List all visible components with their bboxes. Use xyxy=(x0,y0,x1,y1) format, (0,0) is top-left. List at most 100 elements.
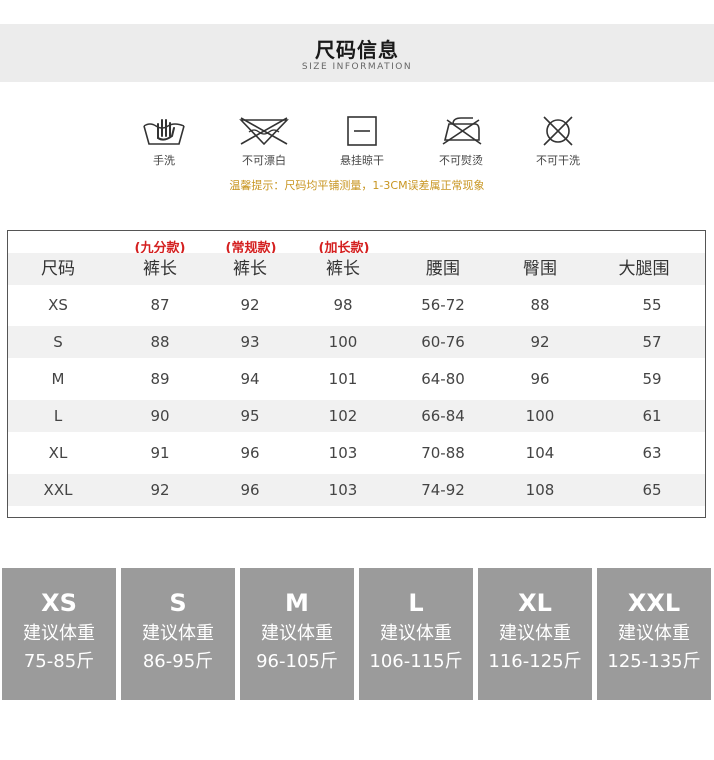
card-size: S xyxy=(169,589,187,617)
card-label: 建议体重 xyxy=(23,623,95,644)
table-cell: 96 xyxy=(530,370,550,388)
table-cell: 74-92 xyxy=(421,481,465,499)
table-cell: 92 xyxy=(240,296,260,314)
table-cell: 88 xyxy=(530,296,550,314)
weight-card-xl: XL 建议体重 116-125斤 xyxy=(478,568,592,700)
header-cell: 臀围 xyxy=(523,259,557,279)
table-cell: 98 xyxy=(333,296,353,314)
page-subtitle: SIZE INFORMATION xyxy=(301,62,413,72)
table-cell: 66-84 xyxy=(421,407,465,425)
table-cell: 100 xyxy=(328,333,358,351)
header-cell: 大腿围 xyxy=(618,259,670,279)
card-label: 建议体重 xyxy=(261,623,333,644)
card-label: 建议体重 xyxy=(499,623,571,644)
no-iron-icon xyxy=(442,117,482,145)
table-cell: 92 xyxy=(150,481,170,499)
care-hang-dry: 悬挂晾干 xyxy=(317,114,407,168)
table-cell: 57 xyxy=(642,333,662,351)
card-label: 建议体重 xyxy=(618,623,690,644)
card-label: 建议体重 xyxy=(142,623,214,644)
table-cell: 65 xyxy=(642,481,662,499)
header-cell: 尺码 xyxy=(41,259,75,279)
weight-card-l: L 建议体重 106-115斤 xyxy=(359,568,473,700)
table-cell: 102 xyxy=(328,407,358,425)
no-bleach-icon xyxy=(239,117,289,146)
table-cell: 63 xyxy=(642,444,662,462)
card-size: L xyxy=(408,589,424,617)
hang-dry-icon xyxy=(347,116,377,146)
table-cell: M xyxy=(51,370,65,388)
no-dry-clean-icon xyxy=(543,116,573,146)
care-no-bleach: 不可漂白 xyxy=(219,114,309,168)
table-cell: 64-80 xyxy=(421,370,465,388)
card-label: 建议体重 xyxy=(380,623,452,644)
card-weight: 125-135斤 xyxy=(607,651,701,672)
care-label: 不可干洗 xyxy=(536,154,580,167)
table-header-row: 尺码 裤长 裤长 裤长 腰围 臀围 大腿围 xyxy=(8,253,705,285)
header-cell: 裤长 xyxy=(233,259,267,279)
table-cell: 61 xyxy=(642,407,662,425)
table-cell: 90 xyxy=(150,407,170,425)
table-cell: 55 xyxy=(642,296,662,314)
weight-card-m: M 建议体重 96-105斤 xyxy=(240,568,354,700)
card-size: XS xyxy=(41,589,77,617)
care-no-iron: 不可熨烫 xyxy=(416,114,506,168)
card-weight: 96-105斤 xyxy=(256,651,338,672)
card-weight: 106-115斤 xyxy=(369,651,463,672)
care-label: 不可漂白 xyxy=(242,154,286,167)
care-label: 不可熨烫 xyxy=(439,154,483,167)
table-cell: 56-72 xyxy=(421,296,465,314)
card-weight: 75-85斤 xyxy=(23,651,95,672)
table-cell: 59 xyxy=(642,370,662,388)
table-cell: 103 xyxy=(328,444,358,462)
table-row: XS 87 92 98 56-72 88 55 xyxy=(8,289,705,321)
table-row: L 90 95 102 66-84 100 61 xyxy=(8,400,705,432)
header-cell: 腰围 xyxy=(426,259,460,279)
card-weight: 86-95斤 xyxy=(142,651,214,672)
table-cell: 103 xyxy=(328,481,358,499)
table-cell: 88 xyxy=(150,333,170,351)
table-cell: XL xyxy=(48,444,68,462)
table-cell: 93 xyxy=(240,333,260,351)
table-cell: 60-76 xyxy=(421,333,465,351)
care-hand-wash: 手洗 xyxy=(119,114,209,168)
section-header: 尺码信息 SIZE INFORMATION xyxy=(0,24,714,82)
table-cell: XS xyxy=(48,296,68,314)
card-size: M xyxy=(285,589,309,617)
weight-card-xs: XS 建议体重 75-85斤 xyxy=(2,568,116,700)
table-cell: 94 xyxy=(240,370,260,388)
table-cell: 96 xyxy=(240,444,260,462)
measurement-tip: 温馨提示：尺码均平铺测量，1-3CM误差属正常现象 xyxy=(229,179,485,192)
table-cell: 96 xyxy=(240,481,260,499)
header-cell: 裤长 xyxy=(143,259,177,279)
hand-wash-icon xyxy=(143,119,185,145)
table-cell: 108 xyxy=(525,481,555,499)
table-cell: 95 xyxy=(240,407,260,425)
table-row: XL 91 96 103 70-88 104 63 xyxy=(8,437,705,469)
table-cell: 100 xyxy=(525,407,555,425)
care-label: 悬挂晾干 xyxy=(340,154,384,167)
table-cell: 91 xyxy=(150,444,170,462)
table-cell: 101 xyxy=(328,370,358,388)
header-cell: 裤长 xyxy=(326,259,360,279)
table-cell: S xyxy=(53,333,63,351)
page-title: 尺码信息 xyxy=(315,38,399,62)
weight-card-xxl: XXL 建议体重 125-135斤 xyxy=(597,568,711,700)
care-label: 手洗 xyxy=(153,154,175,167)
table-cell: L xyxy=(53,407,63,425)
size-table: (九分款) (常规款) (加长款) 尺码 裤长 裤长 裤长 腰围 臀围 大腿围 … xyxy=(7,230,706,518)
table-cell: 87 xyxy=(150,296,170,314)
weight-card-s: S 建议体重 86-95斤 xyxy=(121,568,235,700)
card-size: XXL xyxy=(627,589,681,617)
table-row: M 89 94 101 64-80 96 59 xyxy=(8,363,705,395)
table-cell: 70-88 xyxy=(421,444,465,462)
table-row: XXL 92 96 103 74-92 108 65 xyxy=(8,474,705,506)
table-cell: 104 xyxy=(525,444,555,462)
care-no-dry-clean: 不可干洗 xyxy=(513,114,603,168)
card-weight: 116-125斤 xyxy=(488,651,582,672)
table-cell: 92 xyxy=(530,333,550,351)
table-cell: XXL xyxy=(43,481,73,499)
table-row: S 88 93 100 60-76 92 57 xyxy=(8,326,705,358)
card-size: XL xyxy=(518,589,552,617)
table-cell: 89 xyxy=(150,370,170,388)
